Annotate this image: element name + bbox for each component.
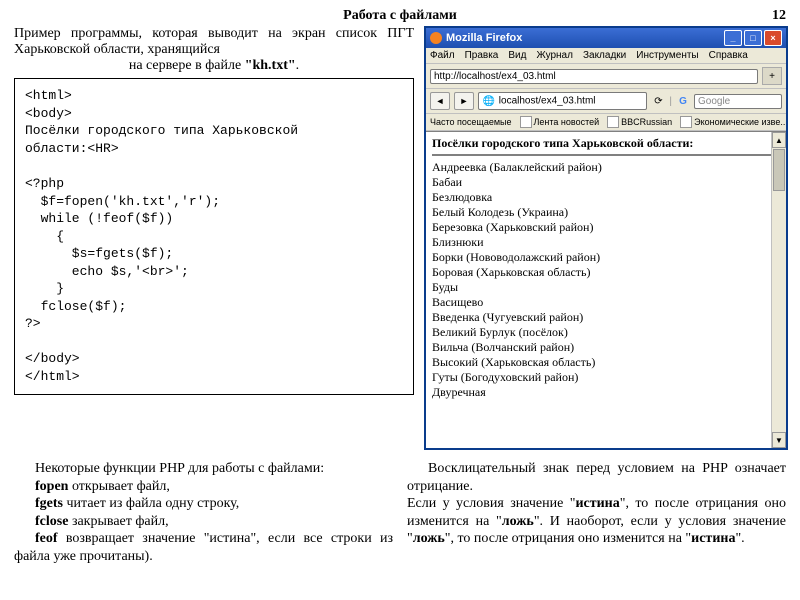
list-item: Двуречная xyxy=(432,385,780,400)
forward-button[interactable]: ► xyxy=(454,92,474,110)
rss-icon xyxy=(607,116,619,128)
list-item: Буды xyxy=(432,280,780,295)
rss-icon xyxy=(520,116,532,128)
scroll-down-button[interactable]: ▼ xyxy=(772,432,786,448)
list-item: Безлюдовка xyxy=(432,190,780,205)
list-item: Васищево xyxy=(432,295,780,310)
intro-text-2a: на сервере в файле xyxy=(129,58,245,73)
fn-fgets: fgets xyxy=(35,496,63,511)
address-text: localhost/ex4_03.html xyxy=(499,96,596,107)
rss-icon xyxy=(680,116,692,128)
browser-title: Mozilla Firefox xyxy=(446,32,522,44)
items-list: Андреевка (Балаклейский район)БабаиБезлю… xyxy=(432,160,780,400)
bookmarks-label[interactable]: Часто посещаемые xyxy=(430,116,512,128)
list-item: Борки (Нововодолажский район) xyxy=(432,250,780,265)
fn-fopen: fopen xyxy=(35,479,68,494)
list-item: Боровая (Харьковская область) xyxy=(432,265,780,280)
page-number: 12 xyxy=(772,8,786,24)
back-button[interactable]: ◄ xyxy=(430,92,450,110)
fn-fclose: fclose xyxy=(35,514,68,529)
navigation-bar: ◄ ► 🌐 localhost/ex4_03.html ⟳ | G Google xyxy=(426,89,786,114)
list-item: Введенка (Чугуевский район) xyxy=(432,310,780,325)
right-column: Mozilla Firefox _ □ × Файл Правка Вид Жу… xyxy=(424,26,784,450)
list-item: Вильча (Волчанский район) xyxy=(432,340,780,355)
scrollbar[interactable]: ▲ ▼ xyxy=(771,132,786,448)
scroll-thumb[interactable] xyxy=(773,149,785,191)
menu-view[interactable]: Вид xyxy=(508,50,526,61)
bookmark-item-0[interactable]: Лента новостей xyxy=(520,116,600,128)
tab-url: http://localhost/ex4_03.html xyxy=(434,71,556,82)
scroll-track[interactable] xyxy=(772,192,786,432)
list-item: Андреевка (Балаклейский район) xyxy=(432,160,780,175)
menu-bookmarks[interactable]: Закладки xyxy=(583,50,626,61)
list-item: Гуты (Богодуховский район) xyxy=(432,370,780,385)
fn-feof: feof xyxy=(35,531,58,546)
negation-p2: Если у условия значение "истина", то пос… xyxy=(407,495,786,548)
bookmark-item-2[interactable]: Экономические изве... xyxy=(680,116,786,128)
page-title: Работа с файлами xyxy=(343,8,457,24)
negation-note: Восклицательный знак перед условием на P… xyxy=(407,460,786,565)
divider xyxy=(432,154,780,156)
browser-viewport: Посёлки городского типа Харьковской обла… xyxy=(426,131,786,448)
maximize-button[interactable]: □ xyxy=(744,30,762,46)
left-column: Пример программы, которая выводит на экр… xyxy=(14,26,414,450)
intro-text-2b: . xyxy=(296,58,300,73)
page-header: Работа с файлами 12 xyxy=(14,8,786,24)
list-item: Близнюки xyxy=(432,235,780,250)
menu-edit[interactable]: Правка xyxy=(465,50,499,61)
list-item: Высокий (Харьковская область) xyxy=(432,355,780,370)
browser-window: Mozilla Firefox _ □ × Файл Правка Вид Жу… xyxy=(424,26,788,450)
firefox-icon xyxy=(430,32,442,44)
intro-paragraph: Пример программы, которая выводит на экр… xyxy=(14,26,414,74)
menu-tools[interactable]: Инструменты xyxy=(636,50,698,61)
list-item: Белый Колодезь (Украина) xyxy=(432,205,780,220)
menu-history[interactable]: Журнал xyxy=(536,50,573,61)
minimize-button[interactable]: _ xyxy=(724,30,742,46)
functions-intro: Некоторые функции PHP для работы с файла… xyxy=(14,460,393,478)
page-heading: Посёлки городского типа Харьковской обла… xyxy=(432,136,780,151)
menu-help[interactable]: Справка xyxy=(709,50,748,61)
list-item: Бабаи xyxy=(432,175,780,190)
list-item: Великий Бурлук (посёлок) xyxy=(432,325,780,340)
bookmark-item-1[interactable]: BBCRussian xyxy=(607,116,672,128)
functions-note: Некоторые функции PHP для работы с файла… xyxy=(14,460,393,565)
close-button[interactable]: × xyxy=(764,30,782,46)
browser-menubar: Файл Правка Вид Журнал Закладки Инструме… xyxy=(426,48,786,64)
active-tab[interactable]: http://localhost/ex4_03.html xyxy=(430,69,758,84)
list-item: Березовка (Харьковский район) xyxy=(432,220,780,235)
google-icon: G xyxy=(676,94,690,108)
new-tab-button[interactable]: + xyxy=(762,67,782,85)
menu-file[interactable]: Файл xyxy=(430,50,455,61)
intro-text-1: Пример программы, которая выводит на экр… xyxy=(14,26,414,57)
search-box[interactable]: Google xyxy=(694,94,782,109)
bookmark-bar: Часто посещаемые Лента новостей BBCRussi… xyxy=(426,114,786,131)
negation-p1: Восклицательный знак перед условием на P… xyxy=(407,460,786,495)
tab-bar: http://localhost/ex4_03.html + xyxy=(426,64,786,89)
browser-titlebar: Mozilla Firefox _ □ × xyxy=(426,28,786,48)
address-bar[interactable]: 🌐 localhost/ex4_03.html xyxy=(478,92,647,110)
globe-icon: 🌐 xyxy=(482,94,496,108)
code-listing: <html> <body> Посёлки городского типа Ха… xyxy=(14,78,414,394)
intro-filename: "kh.txt" xyxy=(245,58,296,73)
reload-icon[interactable]: ⟳ xyxy=(651,94,665,108)
scroll-up-button[interactable]: ▲ xyxy=(772,132,786,148)
